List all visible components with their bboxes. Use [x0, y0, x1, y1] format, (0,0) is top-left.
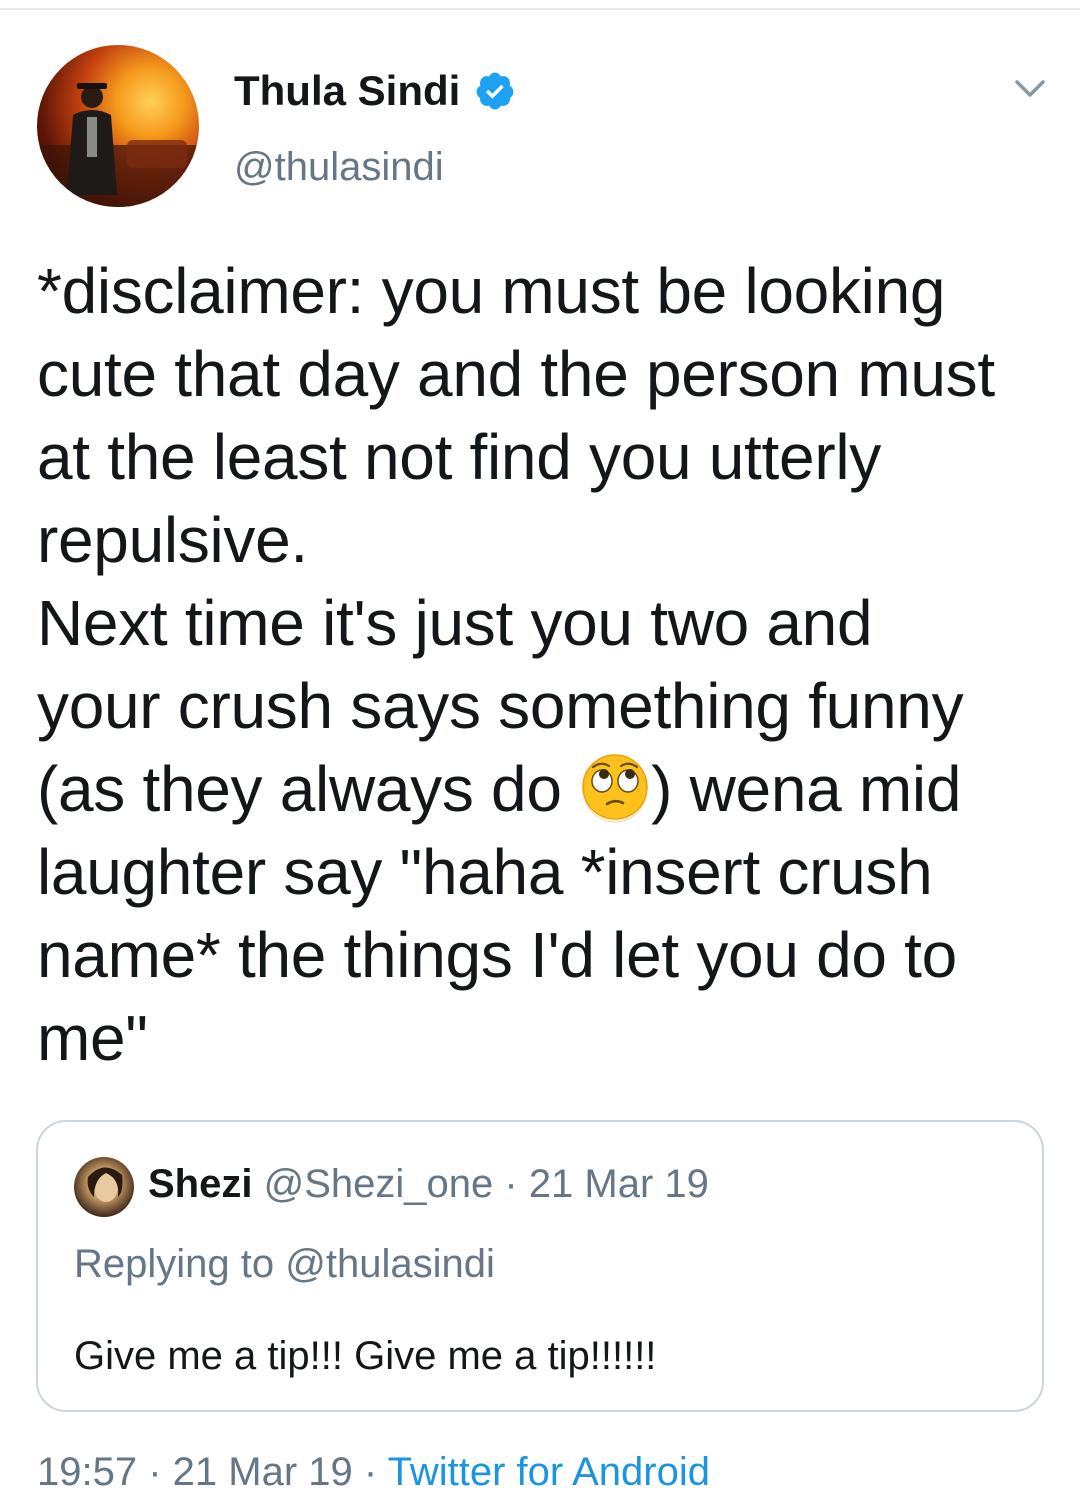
quoted-date[interactable]: 21 Mar 19 — [529, 1162, 709, 1206]
tweet-time: 19:57 — [37, 1450, 138, 1494]
quoted-tweet-header: Shezi @Shezi_one · 21 Mar 19 — [148, 1160, 709, 1208]
chevron-down-icon[interactable] — [1012, 74, 1048, 104]
tweet-meta: 19:57 · 21 Mar 19 · Twitter for Android — [37, 1448, 710, 1496]
face-with-rolling-eyes-icon — [582, 754, 648, 823]
tweet-text-part-1: *disclaimer: you must be looking cute th… — [37, 255, 995, 825]
tweet-detail: Thula Sindi @thulasindi *disclaimer: you… — [0, 0, 1080, 1500]
tweet-text: *disclaimer: you must be looking cute th… — [37, 250, 1067, 1080]
quoted-tweet-card[interactable]: Shezi @Shezi_one · 21 Mar 19 Replying to… — [36, 1120, 1044, 1412]
quoted-author-name[interactable]: Shezi — [148, 1162, 252, 1206]
author-handle[interactable]: @thulasindi — [234, 143, 444, 191]
meta-separator-1: · — [137, 1450, 173, 1494]
verified-badge-icon — [476, 72, 514, 110]
author-avatar[interactable] — [37, 45, 199, 207]
quoted-replying-to: Replying to @thulasindi — [74, 1242, 495, 1286]
tweet-source-link[interactable]: Twitter for Android — [388, 1450, 710, 1494]
quoted-tweet-text: Give me a tip!!! Give me a tip!!!!!! — [74, 1334, 657, 1378]
quoted-avatar-image — [87, 1167, 123, 1202]
quoted-author-avatar[interactable] — [74, 1157, 134, 1217]
author-display-name[interactable]: Thula Sindi — [234, 66, 460, 116]
meta-separator-2: · — [352, 1450, 388, 1494]
quoted-author-handle[interactable]: @Shezi_one — [264, 1162, 494, 1206]
avatar-image — [37, 83, 199, 207]
quoted-separator: · — [493, 1162, 529, 1206]
tweet-date: 21 Mar 19 — [172, 1450, 353, 1494]
